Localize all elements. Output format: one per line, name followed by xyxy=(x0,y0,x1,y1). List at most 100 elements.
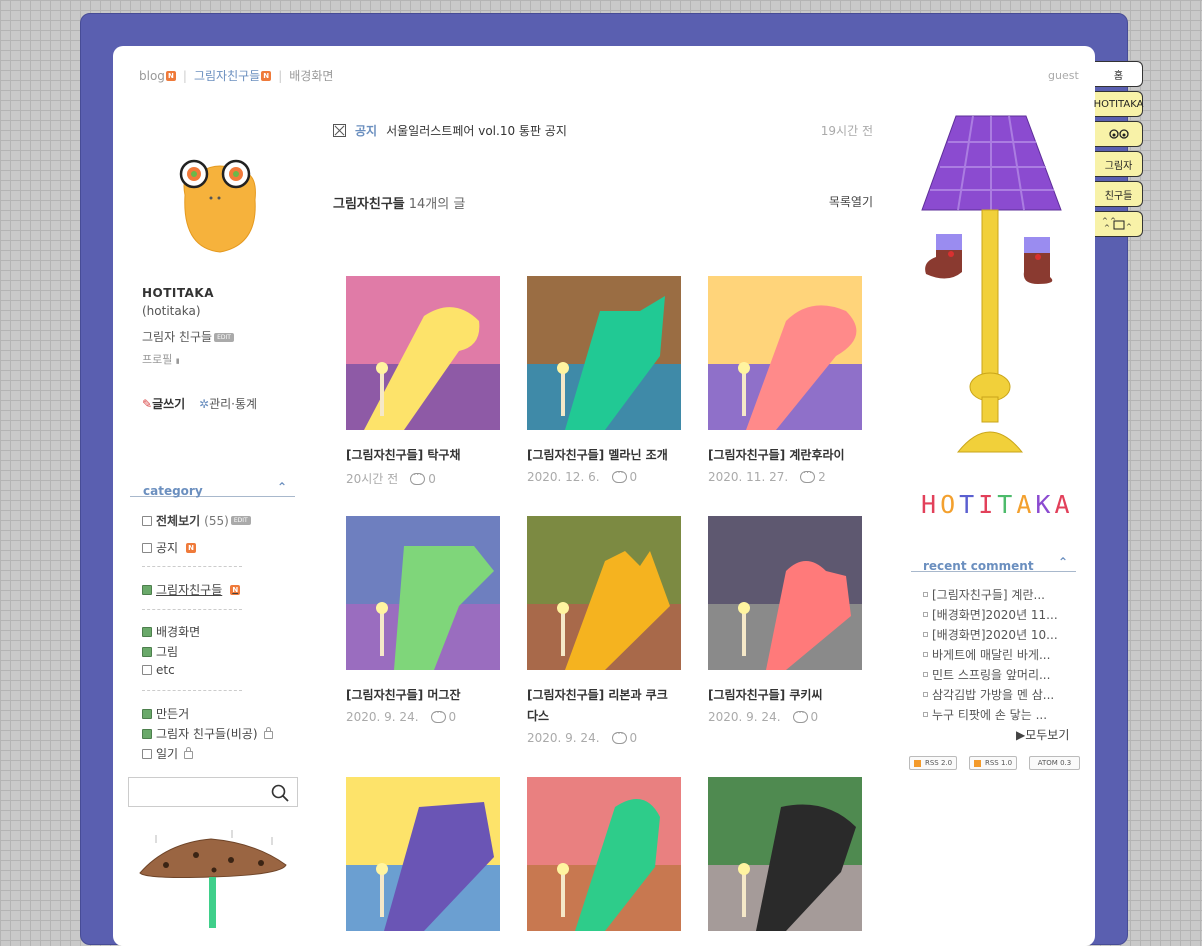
recent-comment-item[interactable]: 삼각김밥 가방을 멘 삼... xyxy=(923,686,1073,703)
list-title: 그림자친구들 xyxy=(333,197,405,212)
comment-icon xyxy=(611,727,627,744)
hotitaka-logo: HOTITAKA xyxy=(921,490,1074,519)
post-title[interactable]: [그림자친구들] 멜라닌 조개 xyxy=(527,445,687,466)
post-thumbnail[interactable] xyxy=(708,516,862,670)
eyes-icon xyxy=(1108,129,1129,139)
post-meta: 2020. 11. 27. 2 xyxy=(708,466,826,484)
edit-badge[interactable]: EDIT xyxy=(230,516,251,525)
post-title[interactable]: [그림자친구들] 쿠키씨 xyxy=(708,685,868,706)
tab-eyes[interactable] xyxy=(1095,121,1143,147)
post-title[interactable]: [그림자친구들] 머그잔 xyxy=(346,685,506,706)
comment-count[interactable]: 0 xyxy=(630,470,638,484)
close-icon[interactable] xyxy=(333,124,346,137)
admin-label: 관리·통계 xyxy=(209,397,258,411)
comment-icon xyxy=(410,468,426,485)
post-title[interactable]: [그림자친구들] 계란후라이 xyxy=(708,445,868,466)
post-meta: 20시간 전 0 xyxy=(346,468,436,487)
notice-title[interactable]: 서울일러스트페어 vol.10 통판 공지 xyxy=(386,122,567,139)
recent-comment-title: recent comment xyxy=(923,559,1034,573)
tab-friends[interactable]: 친구들 xyxy=(1095,181,1143,207)
tab-cat[interactable]: ^ ^ ^ ^ xyxy=(1095,211,1143,237)
post-thumbnail[interactable] xyxy=(527,516,681,670)
rss2-button[interactable]: RSS 2.0 xyxy=(909,756,958,770)
category-made[interactable]: 만든거 xyxy=(142,705,189,722)
rss-icon xyxy=(914,759,921,767)
collapse-icon[interactable]: ⌃ xyxy=(277,480,287,494)
notice-time: 19시간 전 xyxy=(820,124,873,138)
write-label: 글쓰기 xyxy=(152,397,186,411)
post-thumbnail[interactable] xyxy=(346,777,500,931)
divider xyxy=(142,690,242,691)
recent-comment-item[interactable]: 누구 티팟에 손 닿는 ... xyxy=(923,706,1073,723)
post-thumbnail[interactable] xyxy=(708,777,862,931)
category-etc[interactable]: etc xyxy=(142,663,175,677)
cookie-umbrella-illustration xyxy=(139,830,287,928)
category-wallpaper[interactable]: 배경화면 xyxy=(142,623,200,640)
tab-hotitaka[interactable]: HOTITAKA xyxy=(1094,91,1143,117)
rss1-button[interactable]: RSS 1.0 xyxy=(969,756,1018,770)
recent-comment-item[interactable]: [배경화면]2020년 10... xyxy=(923,626,1073,643)
collapse-icon[interactable]: ⌃ xyxy=(1058,555,1068,569)
crumb-current[interactable]: 그림자친구들 xyxy=(194,67,260,84)
post-title[interactable]: [그림자친구들] 탁구채 xyxy=(346,445,506,466)
recent-comment-item[interactable]: 민트 스프링을 앞머리... xyxy=(923,666,1073,683)
comment-count[interactable]: 2 xyxy=(818,470,826,484)
post-thumbnail[interactable] xyxy=(708,276,862,430)
post-meta: 2020. 9. 24. 0 xyxy=(527,727,638,745)
comment-count[interactable]: 0 xyxy=(428,472,436,486)
view-all-comments[interactable]: ▶모두보기 xyxy=(1016,726,1069,743)
list-header: 그림자친구들 14개의 글 목록열기 xyxy=(333,193,873,212)
new-badge: N xyxy=(230,584,241,595)
blog-description: 그림자 친구들 EDIT xyxy=(142,328,234,345)
category-drawing[interactable]: 그림 xyxy=(142,643,178,660)
comment-count[interactable]: 0 xyxy=(811,710,819,724)
recent-comment-item[interactable]: [그림자친구들] 계란... xyxy=(923,586,1073,603)
new-badge: N xyxy=(165,70,176,81)
category-header[interactable]: category ⌃ xyxy=(130,480,295,498)
category-all-count: (55) xyxy=(204,513,229,528)
tab-home[interactable]: 홈 xyxy=(1095,61,1143,87)
profile-link[interactable]: 프로필 ▮ xyxy=(142,351,180,367)
post-date: 2020. 9. 24. xyxy=(708,710,781,724)
lock-icon xyxy=(263,726,273,739)
cat-icon: ^ ^^^ xyxy=(1102,217,1132,231)
lock-icon xyxy=(184,746,194,759)
edit-badge[interactable]: EDIT xyxy=(214,333,234,342)
svg-text:^: ^ xyxy=(1104,224,1110,231)
category-private[interactable]: 그림자 친구들(비공) xyxy=(142,725,273,742)
category-notice[interactable]: 공지 N xyxy=(142,539,197,556)
notice-bar[interactable]: 공지 서울일러스트페어 vol.10 통판 공지 19시간 전 xyxy=(333,122,873,139)
search-input[interactable] xyxy=(128,777,298,807)
crumb-wallpaper[interactable]: 배경화면 xyxy=(289,67,333,84)
recent-comment-item[interactable]: [배경화면]2020년 11... xyxy=(923,606,1073,623)
post-thumbnail[interactable] xyxy=(346,276,500,430)
guest-link[interactable]: guest xyxy=(1048,69,1079,82)
category-diary[interactable]: 일기 xyxy=(142,745,194,762)
recent-comment-item[interactable]: 바게트에 매달린 바게... xyxy=(923,646,1073,663)
post-count: 14개의 글 xyxy=(408,197,466,212)
comment-count[interactable]: 0 xyxy=(630,731,638,745)
pencil-icon: ✎ xyxy=(142,397,153,411)
category-all[interactable]: 전체보기 (55) EDIT xyxy=(142,512,251,529)
post-thumbnail[interactable] xyxy=(527,777,681,931)
search-icon[interactable] xyxy=(271,784,289,802)
tab-shadow[interactable]: 그림자 xyxy=(1095,151,1143,177)
post-date: 2020. 9. 24. xyxy=(346,710,419,724)
category-title: category xyxy=(143,484,203,498)
crumb-blog[interactable]: blog xyxy=(139,69,165,83)
lamp-illustration xyxy=(921,115,1062,453)
category-shadow-friends[interactable]: 그림자친구들 N xyxy=(142,581,241,598)
atom-button[interactable]: ATOM 0.3 xyxy=(1029,756,1080,770)
svg-text:^: ^ xyxy=(1126,223,1132,231)
divider xyxy=(142,566,242,567)
post-meta: 2020. 9. 24. 0 xyxy=(708,706,819,724)
recent-comment-header[interactable]: recent comment ⌃ xyxy=(911,555,1076,573)
comment-count[interactable]: 0 xyxy=(449,710,457,724)
write-button[interactable]: ✎글쓰기 xyxy=(142,395,185,412)
post-date: 2020. 12. 6. xyxy=(527,470,600,484)
admin-button[interactable]: ✲관리·통계 xyxy=(199,395,257,412)
open-list-button[interactable]: 목록열기 xyxy=(829,193,873,210)
post-title[interactable]: [그림자친구들] 리본과 쿠크다스 xyxy=(527,685,677,727)
post-thumbnail[interactable] xyxy=(527,276,681,430)
post-thumbnail[interactable] xyxy=(346,516,500,670)
